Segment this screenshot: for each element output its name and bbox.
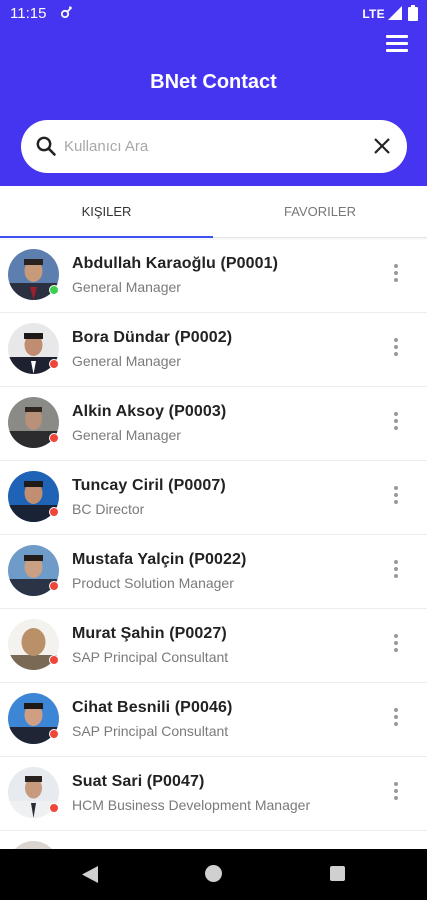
search-icon xyxy=(36,136,56,156)
contact-name: Murat Şahin (P0027) xyxy=(72,625,227,642)
list-item[interactable]: Suat Sari (P0047) HCM Business Developme… xyxy=(0,757,427,831)
tab-bar: KIŞILER FAVORILER xyxy=(0,186,427,238)
online-status-dot xyxy=(49,285,59,295)
contact-name: Suat Sari (P0047) xyxy=(72,773,205,790)
contact-role: SAP Principal Consultant xyxy=(72,649,229,665)
search-input[interactable] xyxy=(64,133,354,160)
offline-status-dot xyxy=(49,655,59,665)
battery-icon xyxy=(408,5,418,21)
contact-list: Abdullah Karaoğlu (P0001) General Manage… xyxy=(0,239,427,849)
contact-role: Product Solution Manager xyxy=(72,575,234,591)
more-options-icon[interactable] xyxy=(389,782,403,804)
active-tab-indicator xyxy=(0,236,213,238)
offline-status-dot xyxy=(49,359,59,369)
offline-status-dot xyxy=(49,803,59,813)
menu-icon[interactable] xyxy=(386,35,408,55)
contact-role: BC Director xyxy=(72,501,145,517)
more-options-icon[interactable] xyxy=(389,486,403,508)
contact-name: Bora Dündar (P0002) xyxy=(72,329,233,346)
network-type: LTE xyxy=(362,7,385,21)
back-icon[interactable] xyxy=(82,866,98,883)
tab-favorites[interactable]: FAVORILER xyxy=(213,186,427,238)
offline-status-dot xyxy=(49,433,59,443)
more-options-icon[interactable] xyxy=(389,264,403,286)
more-options-icon[interactable] xyxy=(389,560,403,582)
contact-name: Abdullah Karaoğlu (P0001) xyxy=(72,255,279,272)
contact-role: SAP Principal Consultant xyxy=(72,723,229,739)
search-bar xyxy=(21,120,407,173)
more-options-icon[interactable] xyxy=(389,412,403,434)
list-item[interactable] xyxy=(0,831,427,849)
status-time: 11:15 xyxy=(10,5,47,22)
offline-status-dot xyxy=(49,507,59,517)
page-title: BNet Contact xyxy=(150,71,277,93)
more-options-icon[interactable] xyxy=(389,708,403,730)
close-icon[interactable] xyxy=(373,137,391,155)
tab-contacts[interactable]: KIŞILER xyxy=(0,186,213,238)
contact-name: Cihat Besnili (P0046) xyxy=(72,699,233,716)
status-bar: 11:15 LTE xyxy=(0,0,427,28)
list-item[interactable]: Murat Şahin (P0027) SAP Principal Consul… xyxy=(0,609,427,683)
list-item[interactable]: Bora Dündar (P0002) General Manager xyxy=(0,313,427,387)
recent-apps-icon[interactable] xyxy=(330,866,345,881)
more-options-icon[interactable] xyxy=(389,338,403,360)
signal-icon xyxy=(388,6,402,20)
contact-role: General Manager xyxy=(72,353,181,369)
contact-name: Alkin Aksoy (P0003) xyxy=(72,403,227,420)
list-item[interactable]: Cihat Besnili (P0046) SAP Principal Cons… xyxy=(0,683,427,757)
list-item[interactable]: Alkin Aksoy (P0003) General Manager xyxy=(0,387,427,461)
notification-icon xyxy=(60,6,73,19)
avatar xyxy=(8,841,59,849)
contact-role: HCM Business Development Manager xyxy=(72,797,311,813)
home-icon[interactable] xyxy=(205,865,222,882)
contact-name: Mustafa Yalçin (P0022) xyxy=(72,551,247,568)
list-item[interactable]: Abdullah Karaoğlu (P0001) General Manage… xyxy=(0,239,427,313)
contact-role: General Manager xyxy=(72,427,181,443)
system-nav-bar xyxy=(0,849,427,900)
list-item[interactable]: Tuncay Ciril (P0007) BC Director xyxy=(0,461,427,535)
offline-status-dot xyxy=(49,729,59,739)
more-options-icon[interactable] xyxy=(389,634,403,656)
contact-role: General Manager xyxy=(72,279,181,295)
app-header: 11:15 LTE BNet Contact xyxy=(0,0,427,186)
list-item[interactable]: Mustafa Yalçin (P0022) Product Solution … xyxy=(0,535,427,609)
contact-name: Tuncay Ciril (P0007) xyxy=(72,477,226,494)
offline-status-dot xyxy=(49,581,59,591)
